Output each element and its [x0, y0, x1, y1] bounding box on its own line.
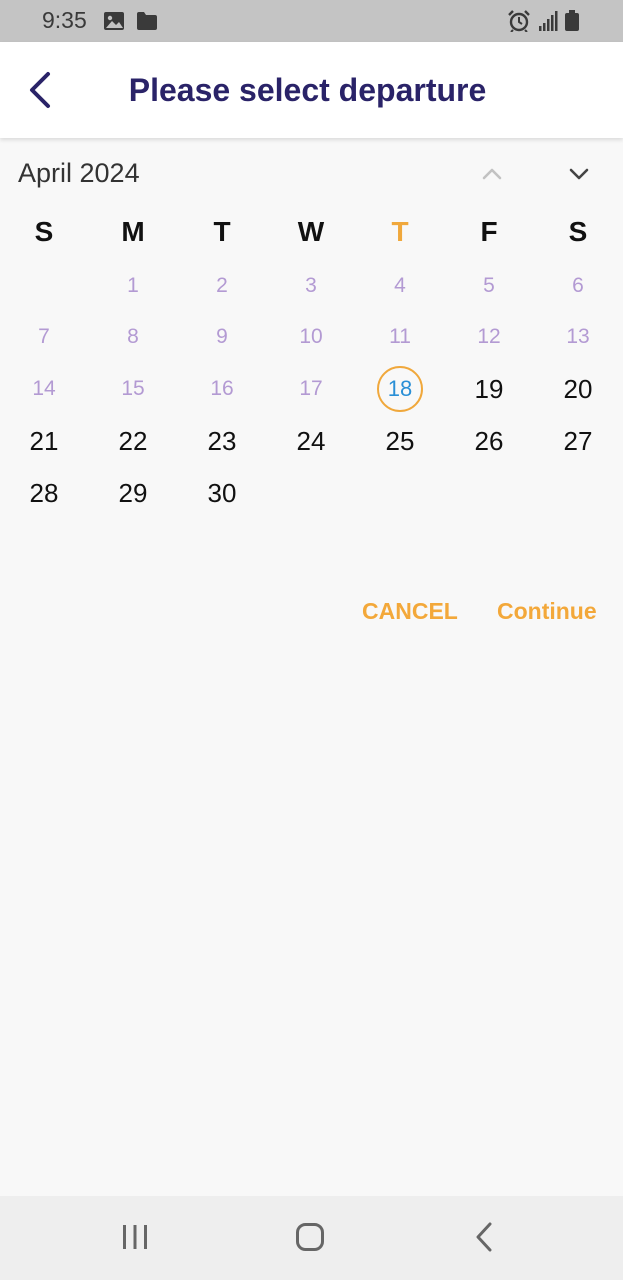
- weekday-label: M: [121, 216, 145, 247]
- day-cell-disabled: 11: [389, 325, 411, 348]
- day-cell[interactable]: 22: [103, 416, 163, 466]
- app-bar: Please select departure: [0, 42, 623, 138]
- day-cell[interactable]: 20: [548, 364, 608, 414]
- day-cell[interactable]: 19: [459, 364, 519, 414]
- chevron-down-icon: [569, 168, 589, 180]
- day-cell-disabled: 15: [121, 377, 145, 400]
- day-cell-disabled: 13: [566, 325, 590, 348]
- page-title-text: Please select departure: [128, 72, 487, 108]
- day-cell[interactable]: 24: [281, 416, 341, 466]
- day-cell[interactable]: 27: [548, 416, 608, 466]
- month-year-label: April 2024: [18, 158, 140, 188]
- chevron-up-icon: [482, 168, 502, 180]
- day-cell-disabled: 5: [483, 274, 495, 297]
- signal-icon: [539, 11, 558, 31]
- day-cell[interactable]: 26: [459, 416, 519, 466]
- previous-month-button[interactable]: [470, 158, 514, 190]
- day-cell-disabled: 9: [216, 325, 228, 348]
- system-back-button[interactable]: [455, 1214, 515, 1260]
- day-cell[interactable]: 21: [14, 416, 74, 466]
- battery-icon: [565, 10, 579, 31]
- day-cell-disabled: 7: [38, 325, 50, 348]
- day-cell-disabled: 6: [572, 274, 584, 297]
- day-cell-disabled: 4: [394, 274, 406, 297]
- day-cell-disabled: 8: [127, 325, 139, 348]
- continue-button[interactable]: Continue: [497, 598, 597, 625]
- system-nav-bar: [0, 1196, 623, 1280]
- day-cell[interactable]: 23: [192, 416, 252, 466]
- weekday-label: T: [213, 216, 231, 247]
- status-bar: 9:35: [0, 0, 623, 42]
- recent-apps-button[interactable]: [105, 1214, 165, 1260]
- weekday-label: S: [34, 216, 54, 247]
- image-icon: [104, 12, 124, 30]
- next-month-button[interactable]: [557, 158, 601, 190]
- day-cell[interactable]: 28: [14, 468, 74, 518]
- cancel-button[interactable]: CANCEL: [362, 598, 458, 625]
- day-cell-disabled: 10: [299, 325, 323, 348]
- day-cell[interactable]: 29: [103, 468, 163, 518]
- weekday-label: F: [480, 216, 498, 247]
- day-cell[interactable]: 30: [192, 468, 252, 518]
- back-icon: [476, 1222, 492, 1252]
- page-title: Please select departure: [0, 72, 623, 109]
- day-cell[interactable]: 25: [370, 416, 430, 466]
- weekday-label: S: [568, 216, 588, 247]
- weekday-label-today: T: [391, 216, 409, 247]
- day-cell-disabled: 12: [477, 325, 501, 348]
- status-time: 9:35: [42, 7, 87, 33]
- home-icon: [296, 1223, 324, 1251]
- day-cell-disabled: 3: [305, 274, 317, 297]
- day-cell-disabled: 1: [127, 274, 139, 297]
- weekday-label: W: [297, 216, 325, 247]
- day-cell-disabled: 16: [210, 377, 234, 400]
- folder-icon: [137, 12, 157, 30]
- day-cell-today[interactable]: 18: [370, 364, 430, 414]
- recent-apps-icon: [123, 1225, 147, 1249]
- day-cell-disabled: 17: [299, 377, 323, 400]
- alarm-icon: [508, 10, 530, 32]
- day-cell-disabled: 14: [32, 377, 56, 400]
- day-cell-disabled: 2: [216, 274, 228, 297]
- day-number: 18: [387, 376, 413, 401]
- home-button[interactable]: [280, 1214, 340, 1260]
